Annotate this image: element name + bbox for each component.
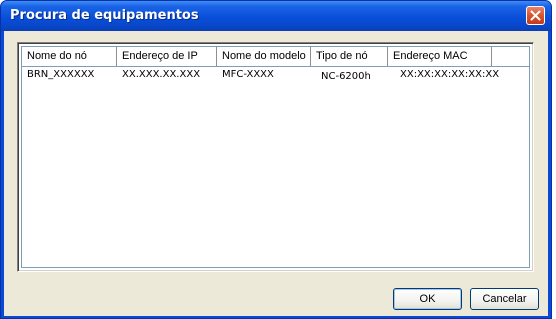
dialog-window: Procura de equipamentos Nome do nó Ender… [0, 0, 552, 319]
cell-model-name: MFC-XXXX [222, 69, 274, 80]
column-header-ip-address[interactable]: Endereço de IP [117, 47, 217, 66]
table-row[interactable]: BRN_XXXXXX XX.XXX.XX.XXX MFC-XXXX NC-620… [22, 69, 529, 85]
cell-mac-address: XX:XX:XX:XX:XX:XX [400, 69, 500, 80]
column-header-filler [492, 47, 529, 66]
column-header-node-name[interactable]: Nome do nó [22, 47, 117, 66]
cell-node-name: BRN_XXXXXX [27, 69, 95, 80]
dialog-body: Nome do nó Endereço de IP Nome do modelo… [4, 31, 548, 316]
column-header-model-name[interactable]: Nome do modelo [217, 47, 311, 66]
title-bar[interactable]: Procura de equipamentos [1, 1, 551, 31]
column-header-node-type[interactable]: Tipo de nó [311, 47, 388, 66]
close-icon [530, 10, 541, 21]
close-button[interactable] [526, 6, 545, 25]
cancel-button[interactable]: Cancelar [470, 288, 539, 310]
ok-button[interactable]: OK [393, 288, 462, 310]
list-header: Nome do nó Endereço de IP Nome do modelo… [22, 47, 529, 67]
device-list[interactable]: Nome do nó Endereço de IP Nome do modelo… [17, 42, 534, 272]
window-title: Procura de equipamentos [10, 8, 199, 23]
device-list-inner: Nome do nó Endereço de IP Nome do modelo… [21, 46, 530, 268]
cell-ip-address: XX.XXX.XX.XXX [122, 69, 201, 80]
column-header-mac-address[interactable]: Endereço MAC [388, 47, 492, 66]
cell-node-type: NC-6200h [321, 71, 371, 82]
